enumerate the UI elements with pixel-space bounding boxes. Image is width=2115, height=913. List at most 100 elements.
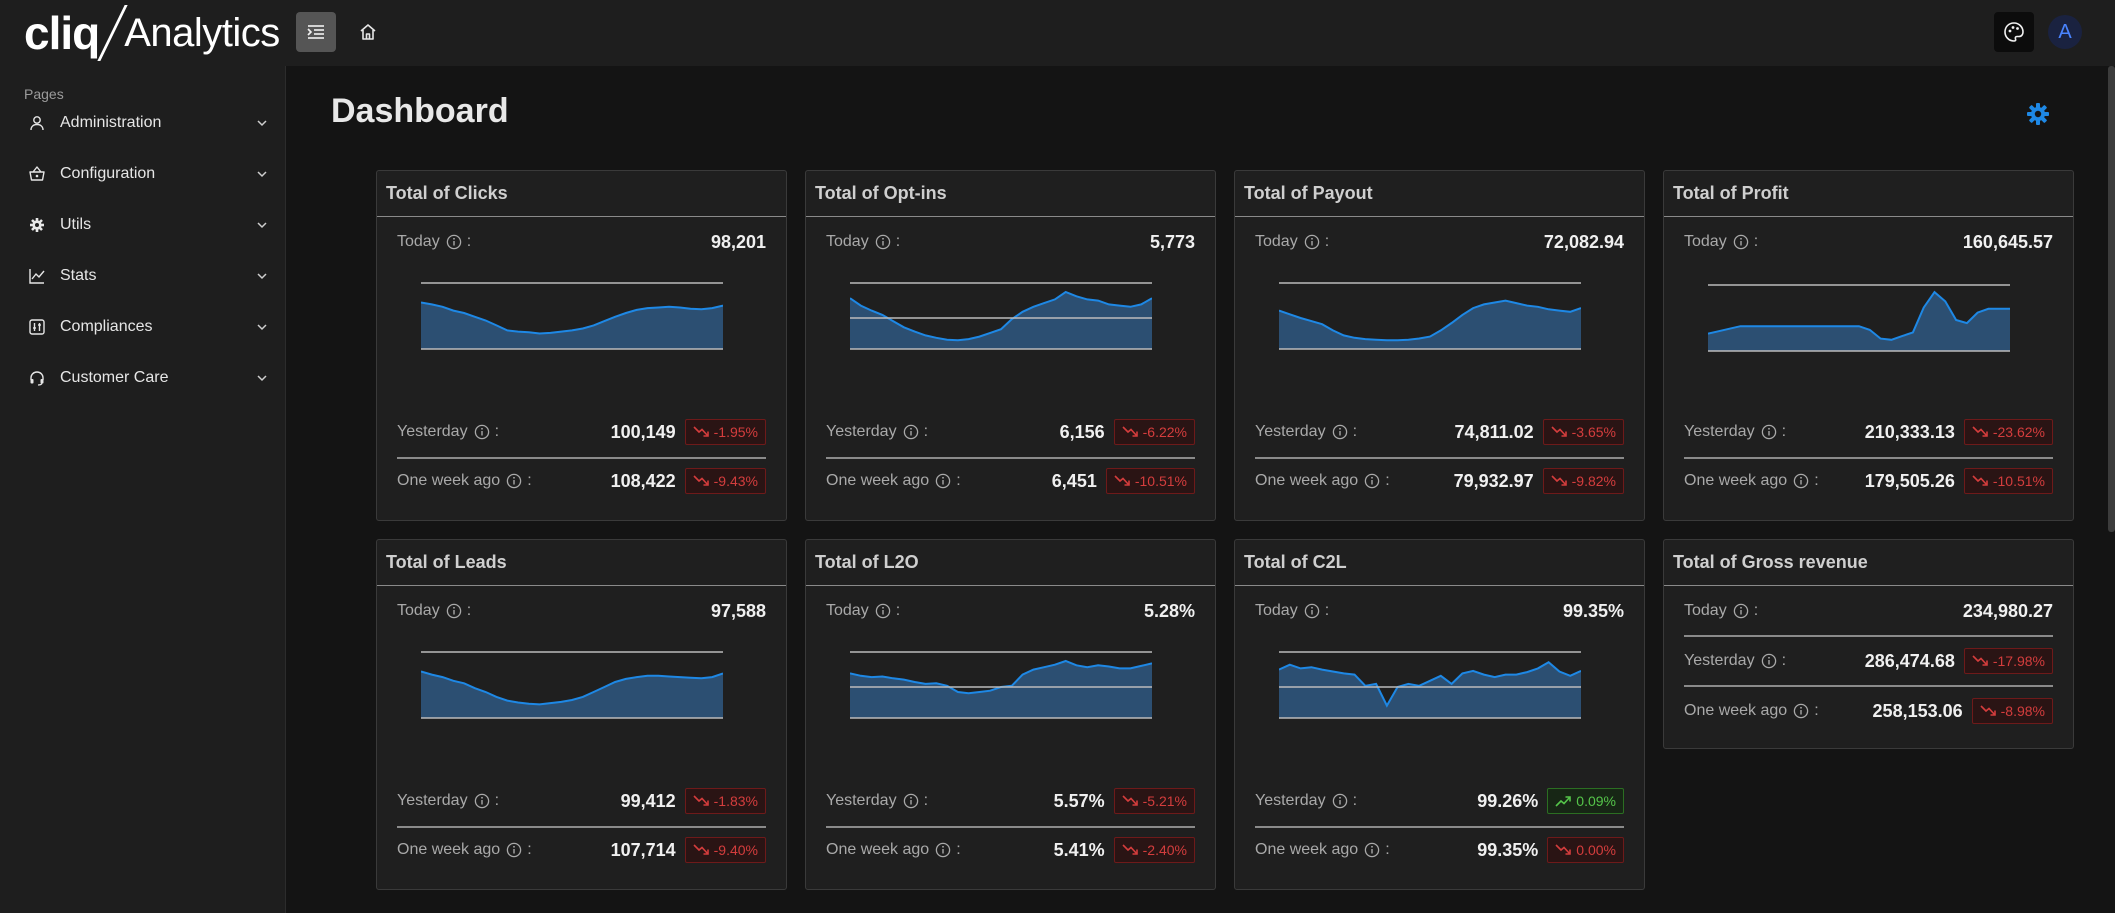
stat-row-week: One week ago: 5.41% -2.40% [826, 837, 1195, 863]
delta-badge: -17.98% [1963, 648, 2053, 674]
info-icon[interactable] [1733, 234, 1749, 250]
stat-colon: : [1781, 652, 1787, 669]
sidebar: Pages Administration Configuration Utils… [0, 66, 286, 913]
indent-menu-icon [307, 25, 324, 39]
sparkline-area [421, 302, 723, 349]
info-icon[interactable] [1793, 473, 1809, 489]
stat-row-today: Today: 97,588 [397, 598, 766, 624]
delta-badge: -9.43% [684, 468, 766, 494]
menu-toggle-button[interactable] [296, 12, 336, 52]
delta-badge: -9.82% [1542, 468, 1624, 494]
info-icon[interactable] [875, 234, 891, 250]
stat-label: One week ago [826, 841, 930, 858]
scrollbar[interactable] [2108, 66, 2115, 532]
card-title: Total of C2L [1235, 540, 1644, 586]
trending-down-icon [1551, 475, 1567, 486]
top-bar: cliq Analytics A [0, 0, 2115, 66]
sidebar-item-stats[interactable]: Stats [0, 256, 286, 296]
stat-colon: : [1781, 423, 1787, 440]
stat-label: Yesterday [1255, 792, 1326, 809]
delta-badge: -10.51% [1105, 468, 1195, 494]
stat-colon: : [895, 602, 901, 619]
stat-row-yesterday: Yesterday: 286,474.68 -17.98% [1684, 648, 2053, 674]
delta-badge: -2.40% [1113, 837, 1195, 863]
card-title: Total of Payout [1235, 171, 1644, 217]
info-icon[interactable] [506, 842, 522, 858]
stat-value: 5.41% [1053, 839, 1105, 860]
trending-down-icon [1980, 705, 1996, 716]
adjust-icon [28, 318, 46, 336]
sidebar-item-label: Administration [60, 114, 162, 131]
stat-row-today: Today: 72,082.94 [1255, 229, 1624, 255]
trending-down-icon [1122, 844, 1138, 855]
row-divider [397, 457, 766, 459]
delta-text: -9.40% [713, 842, 758, 858]
delta-text: 0.00% [1576, 842, 1616, 858]
info-icon[interactable] [1364, 842, 1380, 858]
sidebar-item-utils[interactable]: Utils [0, 205, 286, 245]
info-icon[interactable] [935, 473, 951, 489]
stat-row-today: Today: 160,645.57 [1684, 229, 2053, 255]
theme-palette-button[interactable] [1994, 12, 2034, 52]
info-icon[interactable] [1332, 793, 1348, 809]
delta-badge: -6.22% [1113, 419, 1195, 445]
stat-row-week: One week ago: 107,714 -9.40% [397, 837, 766, 863]
trending-down-icon [1114, 475, 1130, 486]
info-icon[interactable] [903, 793, 919, 809]
trending-down-icon [1972, 475, 1988, 486]
sparkline-area [850, 292, 1152, 349]
brand-logo[interactable]: cliq Analytics [0, 0, 286, 66]
info-icon[interactable] [1733, 603, 1749, 619]
info-icon[interactable] [1761, 424, 1777, 440]
row-divider [1684, 685, 2053, 687]
info-icon[interactable] [1364, 473, 1380, 489]
delta-badge: 0.00% [1547, 837, 1624, 863]
info-icon[interactable] [1761, 653, 1777, 669]
chevron-down-icon [254, 319, 270, 335]
stat-colon: : [1753, 233, 1759, 250]
user-avatar[interactable]: A [2048, 15, 2082, 49]
kpi-card-total-of-gross-revenue: Total of Gross revenue Today: 234,980.27… [1663, 539, 2074, 749]
delta-text: -9.82% [1571, 473, 1616, 489]
sidebar-item-administration[interactable]: Administration [0, 103, 286, 143]
stat-value: 6,156 [1059, 421, 1105, 442]
delta-text: -9.43% [713, 473, 758, 489]
stat-value: 100,149 [610, 421, 676, 442]
sparkline-chart [421, 282, 723, 350]
info-icon[interactable] [875, 603, 891, 619]
info-icon[interactable] [935, 842, 951, 858]
info-icon[interactable] [446, 234, 462, 250]
trending-down-icon [1555, 844, 1572, 855]
card-title: Total of Clicks [377, 171, 786, 217]
delta-badge: -5.21% [1113, 788, 1195, 814]
sidebar-item-compliances[interactable]: Compliances [0, 307, 286, 347]
info-icon[interactable] [474, 793, 490, 809]
chart-line-icon [28, 267, 46, 285]
row-divider [1255, 826, 1624, 828]
trending-down-icon [1551, 426, 1567, 437]
stat-label: Today [826, 233, 869, 250]
stat-row-today: Today: 234,980.27 [1684, 598, 2053, 624]
info-icon[interactable] [506, 473, 522, 489]
stat-colon: : [923, 423, 929, 440]
card-title: Total of Profit [1664, 171, 2073, 217]
sidebar-item-customer-care[interactable]: Customer Care [0, 358, 286, 398]
info-icon[interactable] [446, 603, 462, 619]
sidebar-item-configuration[interactable]: Configuration [0, 154, 286, 194]
stat-value: 210,333.13 [1864, 421, 1955, 442]
dashboard-settings-button[interactable] [2024, 100, 2052, 128]
stat-value: 99,412 [620, 790, 676, 811]
info-icon[interactable] [1793, 703, 1809, 719]
stat-value: 99.26% [1477, 790, 1539, 811]
info-icon[interactable] [1332, 424, 1348, 440]
info-icon[interactable] [903, 424, 919, 440]
row-divider [1684, 635, 2053, 637]
stat-row-yesterday: Yesterday: 5.57% -5.21% [826, 788, 1195, 814]
home-button[interactable] [350, 14, 386, 50]
gear-icon [28, 216, 46, 234]
info-icon[interactable] [474, 424, 490, 440]
sidebar-item-label: Utils [60, 216, 92, 233]
info-icon[interactable] [1304, 234, 1320, 250]
info-icon[interactable] [1304, 603, 1320, 619]
sparkline-chart [850, 282, 1152, 350]
